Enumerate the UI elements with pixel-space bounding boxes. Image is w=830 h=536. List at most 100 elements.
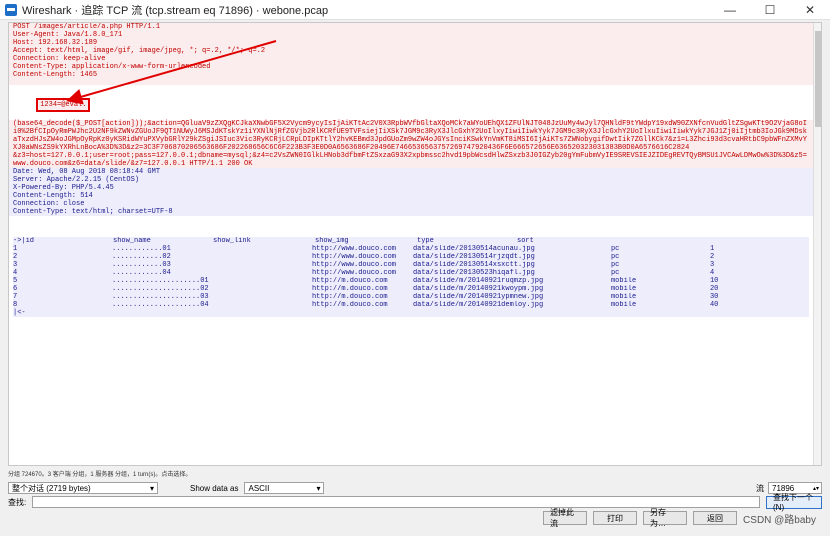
table-cell: http://m.douco.com: [311, 277, 388, 285]
table-cell: mobile: [610, 277, 637, 285]
spinner-arrows-icon[interactable]: ▴▾: [813, 485, 821, 492]
table-row: 6 .....................02 http://m.douco.c…: [13, 285, 809, 293]
table-cell: pc: [610, 261, 620, 269]
table-cell: ............04: [112, 269, 171, 277]
show-as-label: Show data as: [190, 483, 239, 493]
table-header: ->|id show_name show_link show_img type …: [13, 237, 809, 245]
table-cell: pc: [610, 253, 620, 261]
stream-label: 流: [756, 483, 764, 493]
stream-content[interactable]: POST /images/article/a.php HTTP/1.1 User…: [8, 22, 822, 466]
table-cell: http://www.douco.com: [311, 269, 396, 277]
table-cell: ............02: [112, 253, 171, 261]
table-cell: 7: [13, 293, 18, 301]
table-cell: data/slide/m/20140921ypmnew.jpg: [412, 293, 544, 301]
table-cell: 4: [13, 269, 18, 277]
find-next-button[interactable]: 查找下一个(N): [766, 493, 822, 512]
table-cell: http://m.douco.com: [311, 301, 388, 309]
close-window-button[interactable]: ✕: [790, 0, 830, 20]
table-cell: http://www.douco.com: [311, 245, 396, 253]
request-header: Accept: text/html, image/gif, image/jpeg…: [9, 47, 821, 55]
request-tail: &z3=host=127.0.0.1;user=root;pass=127.0.…: [9, 152, 821, 168]
request-header: Content-Type: application/x-www-form-url…: [9, 63, 821, 71]
table-row: 2 ............02 http://www.douco.com data/…: [13, 253, 809, 261]
table-row: 8 .....................04 http://m.douco.c…: [13, 301, 809, 309]
conversation-select[interactable]: 整个对话 (2719 bytes) ▾: [8, 482, 158, 494]
table-cell: ............01: [112, 245, 171, 253]
table-cell: .....................04: [112, 301, 209, 309]
window-titlebar: Wireshark · 追踪 TCP 流 (tcp.stream eq 7189…: [0, 0, 830, 20]
show-as-value: ASCII: [248, 483, 270, 493]
column-header: ->|id: [13, 237, 35, 245]
blank-line: [9, 79, 821, 85]
chevron-down-icon: ▾: [149, 483, 154, 493]
table-cell: 40: [709, 301, 719, 309]
response-header: Content-Length: 514: [9, 192, 821, 200]
table-cell: data/slide/m/20140921kwoypm.jpg: [412, 285, 544, 293]
window-title: Wireshark · 追踪 TCP 流 (tcp.stream eq 7189…: [22, 4, 329, 17]
table-cell: .....................03: [112, 293, 209, 301]
table-cell: mobile: [610, 285, 637, 293]
response-header: X-Powered-By: PHP/5.4.45: [9, 184, 821, 192]
table-cell: http://m.douco.com: [311, 285, 388, 293]
response-header: Content-Type: text/html; charset=UTF-8: [9, 208, 821, 216]
find-label: 查找:: [8, 497, 27, 507]
response-header: Server: Apache/2.2.15 (CentOS): [9, 176, 821, 184]
table-cell: data/slide/20130514rjzqdt.jpg: [412, 253, 535, 261]
watermark: CSDN @路baby: [743, 514, 816, 526]
table-cell: data/slide/20130523hiqafl.jpg: [412, 269, 535, 277]
print-button[interactable]: 打印: [593, 511, 638, 525]
table-cell: pc: [610, 245, 620, 253]
scroll-thumb[interactable]: [815, 31, 821, 127]
response-header: Connection: close: [9, 200, 821, 208]
response-block: Date: Wed, 08 Aug 2018 08:18:44 GMT Serv…: [9, 168, 821, 216]
vertical-scrollbar[interactable]: [813, 23, 821, 465]
request-header: User-Agent: Java/1.8.0_171: [9, 31, 821, 39]
request-header: Host: 192.168.32.189: [9, 39, 821, 47]
column-header: show_img: [315, 237, 349, 245]
chevron-down-icon: ▾: [316, 483, 321, 493]
show-as-select[interactable]: ASCII ▾: [244, 482, 325, 494]
wireshark-icon: [5, 3, 17, 16]
highlight-line: 1234=@eval.: [9, 90, 821, 120]
table-row: 3 ............03 http://www.douco.com data/…: [13, 261, 809, 269]
table-cell: 5: [13, 277, 18, 285]
table-row: 1 ............01 http://www.douco.com data/…: [13, 245, 809, 253]
view-controls: 整个对话 (2719 bytes) ▾ Show data as ASCII ▾…: [8, 481, 822, 495]
filter-out-button[interactable]: 滤掉此流: [543, 508, 588, 528]
save-as-button[interactable]: 另存为…: [643, 508, 688, 528]
table-cell: 1: [13, 245, 18, 253]
result-table: ->|id show_name show_link show_img type …: [13, 237, 809, 317]
back-button[interactable]: 返回: [693, 511, 738, 525]
table-cell: data/slide/20130514acunau.jpg: [412, 245, 535, 253]
column-header: type: [417, 237, 434, 245]
dialog-buttons: 滤掉此流 打印 另存为… 返回 CSDN @路baby: [0, 508, 830, 528]
table-body: 1 ............01 http://www.douco.com data/…: [13, 245, 809, 309]
table-cell: 30: [709, 293, 719, 301]
table-cell: 10: [709, 277, 719, 285]
table-cell: 6: [13, 285, 18, 293]
table-cell: http://www.douco.com: [311, 261, 396, 269]
table-cell: 4: [709, 269, 715, 277]
response-header: Date: Wed, 08 Aug 2018 08:18:44 GMT: [9, 168, 821, 176]
table-row: 7 .....................03 http://m.douco.c…: [13, 293, 809, 301]
table-cell: 2: [709, 253, 715, 261]
table-cell: data/slide/20130514xsxctt.jpg: [412, 261, 535, 269]
table-cell: 2: [13, 253, 18, 261]
table-cell: ............03: [112, 261, 171, 269]
table-cell: 20: [709, 285, 719, 293]
column-header: sort: [517, 237, 534, 245]
request-block: POST /images/article/a.php HTTP/1.1 User…: [9, 23, 821, 168]
table-cell: .....................02: [112, 285, 209, 293]
table-cell: pc: [610, 269, 620, 277]
table-cell: data/slide/m/20140921demloy.jpg: [412, 301, 544, 309]
table-cell: http://www.douco.com: [311, 253, 396, 261]
table-cell: 3: [13, 261, 18, 269]
table-cell: data/slide/m/20140921ruqmzp.jpg: [412, 277, 544, 285]
request-header: Content-Length: 1465: [9, 71, 821, 79]
find-row: 查找: 查找下一个(N): [8, 493, 822, 512]
maximize-button[interactable]: ☐: [750, 0, 790, 20]
minimize-button[interactable]: —: [710, 0, 750, 20]
conversation-select-value: 整个对话 (2719 bytes): [12, 483, 91, 493]
highlighted-eval: 1234=@eval.: [36, 98, 91, 112]
table-end: |<-: [13, 309, 809, 317]
